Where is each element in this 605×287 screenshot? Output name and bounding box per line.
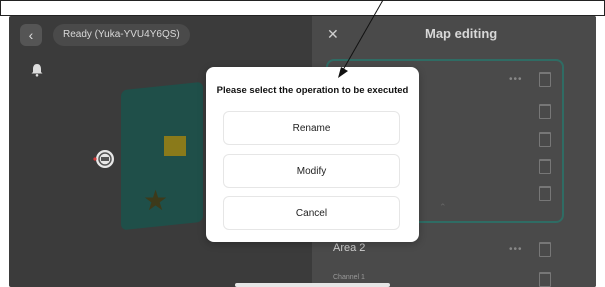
robot-status: Ready (Yuka-YVU4Y6QS)	[53, 24, 190, 46]
chevron-up-icon[interactable]: ⌃	[439, 202, 448, 213]
cancel-button[interactable]: Cancel	[223, 196, 400, 230]
rename-button[interactable]: Rename	[223, 111, 400, 145]
more-dots-icon[interactable]: •••	[509, 244, 523, 255]
trash-icon[interactable]	[539, 159, 551, 174]
bell-icon[interactable]	[29, 62, 45, 78]
map-marker-square	[164, 136, 186, 156]
modify-button[interactable]: Modify	[223, 154, 400, 188]
channel-label: Channel 1	[333, 274, 365, 281]
trash-icon[interactable]	[539, 132, 551, 147]
chevron-left-icon: ‹	[28, 27, 34, 43]
star-icon: ★	[143, 185, 169, 216]
trash-icon[interactable]	[539, 104, 551, 119]
more-dots-icon[interactable]: •••	[509, 74, 523, 85]
panel-title: Map editing	[425, 26, 498, 41]
area-2-label: Area 2	[333, 242, 366, 254]
back-button[interactable]: ‹	[20, 24, 42, 46]
trash-icon[interactable]	[539, 72, 551, 87]
dialog-title: Please select the operation to be execut…	[216, 85, 409, 96]
operation-dialog: Please select the operation to be execut…	[206, 67, 419, 242]
close-icon[interactable]: ✕	[327, 26, 339, 43]
robot-icon	[93, 150, 114, 168]
home-indicator	[235, 283, 390, 287]
trash-icon[interactable]	[539, 242, 551, 257]
trash-icon[interactable]	[539, 186, 551, 201]
annotation-strip	[0, 0, 605, 16]
trash-icon[interactable]	[539, 272, 551, 287]
